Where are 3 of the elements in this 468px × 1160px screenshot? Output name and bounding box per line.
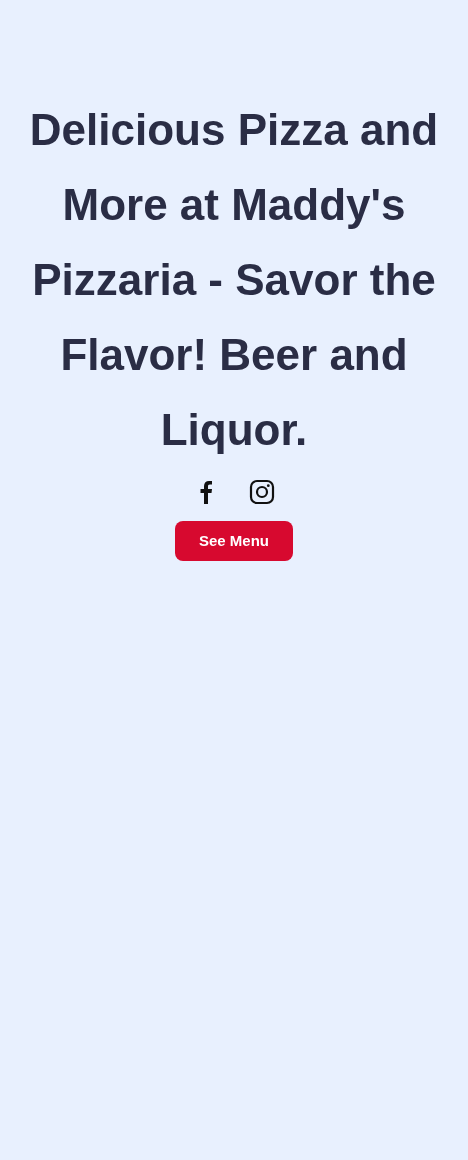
hero-heading: Delicious Pizza and More at Maddy's Pizzaria - Savor the Flavor! Beer and Liquor. — [28, 104, 440, 456]
see-menu-button[interactable]: See Menu — [175, 521, 293, 561]
instagram-icon[interactable] — [249, 479, 275, 505]
